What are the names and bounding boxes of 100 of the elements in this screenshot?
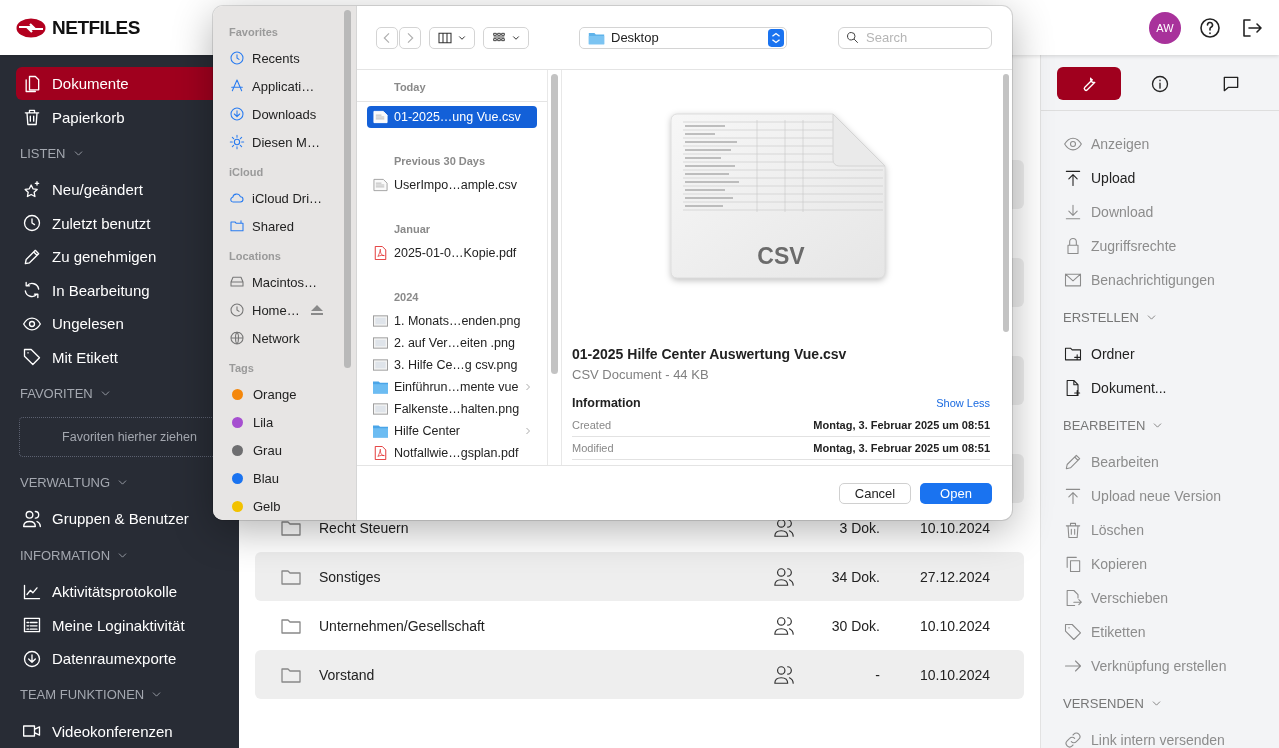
settings-icon — [229, 134, 245, 150]
action-item[interactable]: Ordner — [1063, 337, 1279, 371]
document-count: - — [874, 666, 880, 683]
file-group-header: Januar — [393, 222, 432, 237]
section-header[interactable]: VERSENDEN — [1063, 683, 1279, 723]
search-field[interactable]: Search — [838, 26, 992, 49]
folder-name: Sonstiges — [319, 568, 382, 585]
file-item[interactable]: Hilfe Center — [367, 420, 537, 442]
info-value: Montag, 3. Februar 2025 um 08:51 — [813, 419, 990, 431]
modified-date: 10.10.2024 — [918, 666, 991, 683]
group-by-button[interactable] — [483, 26, 529, 49]
file-item[interactable]: UserImpo…ample.csv — [367, 174, 537, 196]
tag-icon — [22, 347, 42, 368]
image-file-icon — [373, 358, 388, 372]
file-item[interactable]: 1. Monats…enden.png — [367, 310, 537, 332]
file-type-label: CSV — [756, 243, 806, 270]
image-file-icon — [373, 336, 388, 350]
sidebar-section-title: iCloud — [229, 166, 265, 180]
show-less-link[interactable]: Show Less — [936, 397, 990, 409]
cloud-icon — [229, 190, 245, 206]
sidebar-item[interactable]: Meine Loginaktivität — [16, 608, 239, 642]
folder-icon — [588, 30, 605, 45]
trash-icon — [22, 107, 42, 128]
cancel-button[interactable]: Cancel — [839, 482, 911, 504]
chevron-right-icon — [525, 426, 531, 436]
link-icon — [1063, 730, 1083, 748]
upload-icon — [1063, 486, 1083, 506]
sidebar-item[interactable]: Videokonferenzen — [16, 714, 239, 748]
search-icon — [845, 30, 860, 45]
folder-row[interactable]: Unternehmen/Gesellschaft 30 Dok. 10.10.2024 — [255, 601, 1024, 650]
section-header[interactable]: BEARBEITEN — [1063, 405, 1279, 445]
folder-name: Recht Steuern — [319, 519, 410, 536]
folder-name: Unternehmen/Gesellschaft — [319, 617, 486, 634]
spreadsheet-file-icon — [373, 110, 388, 124]
sidebar-item[interactable]: Datenraumexporte — [16, 641, 239, 676]
download-icon — [22, 648, 42, 669]
sidebar-section-title: Tags — [229, 362, 255, 376]
file-item[interactable]: 3. Hilfe Ce…g csv.png — [367, 354, 537, 376]
clock-icon — [229, 302, 245, 318]
spreadsheet-file-icon — [373, 178, 388, 192]
section-header[interactable]: TEAM FUNKTIONEN — [16, 675, 239, 715]
section-header[interactable]: INFORMATION — [16, 535, 239, 575]
file-kind-size: CSV Document - 44 KB — [572, 367, 710, 382]
folder-name: Vorstand — [319, 666, 376, 683]
users-icon — [773, 663, 795, 686]
logo-icon — [16, 17, 46, 38]
file-group-header: 2024 — [393, 290, 420, 305]
globe-icon — [229, 330, 245, 346]
file-item[interactable]: Notfallwie…gsplan.pdf — [367, 442, 537, 464]
info-value: Montag, 3. Februar 2025 um 08:51 — [813, 442, 990, 454]
info-icon — [1150, 73, 1170, 94]
clock-icon — [229, 50, 245, 66]
document-count: 3 Dok. — [838, 519, 880, 536]
eject-icon[interactable] — [310, 305, 323, 315]
users-icon — [22, 508, 42, 529]
info-label: Modified — [572, 442, 614, 454]
folder-icon — [373, 424, 388, 438]
action-item[interactable]: Dokument... — [1063, 371, 1279, 405]
pencil-icon — [1063, 452, 1083, 472]
pdf-file-icon — [373, 446, 388, 460]
view-mode-button[interactable] — [429, 26, 475, 49]
file-item[interactable]: Einführun…mente vue — [367, 376, 537, 398]
help-icon — [1198, 15, 1222, 40]
user-avatar[interactable]: AW — [1149, 11, 1181, 44]
file-item[interactable]: 2025-01-0…Kopie.pdf — [367, 242, 537, 264]
open-button[interactable]: Open — [920, 482, 992, 504]
file-item[interactable]: Falkenste…halten.png — [367, 398, 537, 420]
sidebar-section-title: Locations — [229, 250, 282, 264]
chevron-right-icon — [525, 382, 531, 392]
modified-date: 10.10.2024 — [918, 617, 991, 634]
sidebar-section-title: Favorites — [229, 26, 279, 40]
folder-row[interactable]: Sonstiges 34 Dok. 27.12.2024 — [255, 552, 1024, 601]
download-icon — [1063, 202, 1083, 222]
modified-date: 10.10.2024 — [918, 519, 991, 536]
file-item[interactable]: 2. auf Ver…eiten .png — [367, 332, 537, 354]
apps-icon — [229, 78, 245, 94]
image-file-icon — [373, 402, 388, 416]
stepper-icon — [768, 28, 784, 47]
file-name: 01-2025 Hilfe Center Auswertung Vue.csv — [572, 346, 848, 362]
trash-icon — [1063, 520, 1083, 540]
users-icon — [773, 565, 795, 588]
clock-icon — [22, 213, 42, 234]
scrollbar[interactable] — [344, 10, 351, 368]
tag-icon — [1063, 622, 1083, 642]
file-item[interactable]: 01-2025…ung Vue.csv — [367, 106, 537, 128]
scrollbar[interactable] — [547, 70, 562, 465]
sidebar-item[interactable]: Aktivitätsprotokolle — [16, 574, 239, 609]
folder-icon — [373, 380, 388, 394]
file-group-header: Today — [357, 73, 547, 102]
action-item[interactable]: Upload — [1063, 161, 1279, 195]
section-header[interactable]: ERSTELLEN — [1063, 297, 1279, 337]
modified-date: 27.12.2024 — [918, 568, 991, 585]
info-label: Created — [572, 419, 612, 431]
information-heading: Information — [572, 396, 641, 410]
refresh-icon — [22, 280, 42, 301]
location-dropdown[interactable]: Desktop — [579, 26, 787, 49]
download-icon — [229, 106, 245, 122]
users-icon — [773, 614, 795, 637]
folder-row[interactable]: Vorstand - 10.10.2024 — [255, 650, 1024, 699]
wrench-tab[interactable] — [1057, 67, 1121, 100]
